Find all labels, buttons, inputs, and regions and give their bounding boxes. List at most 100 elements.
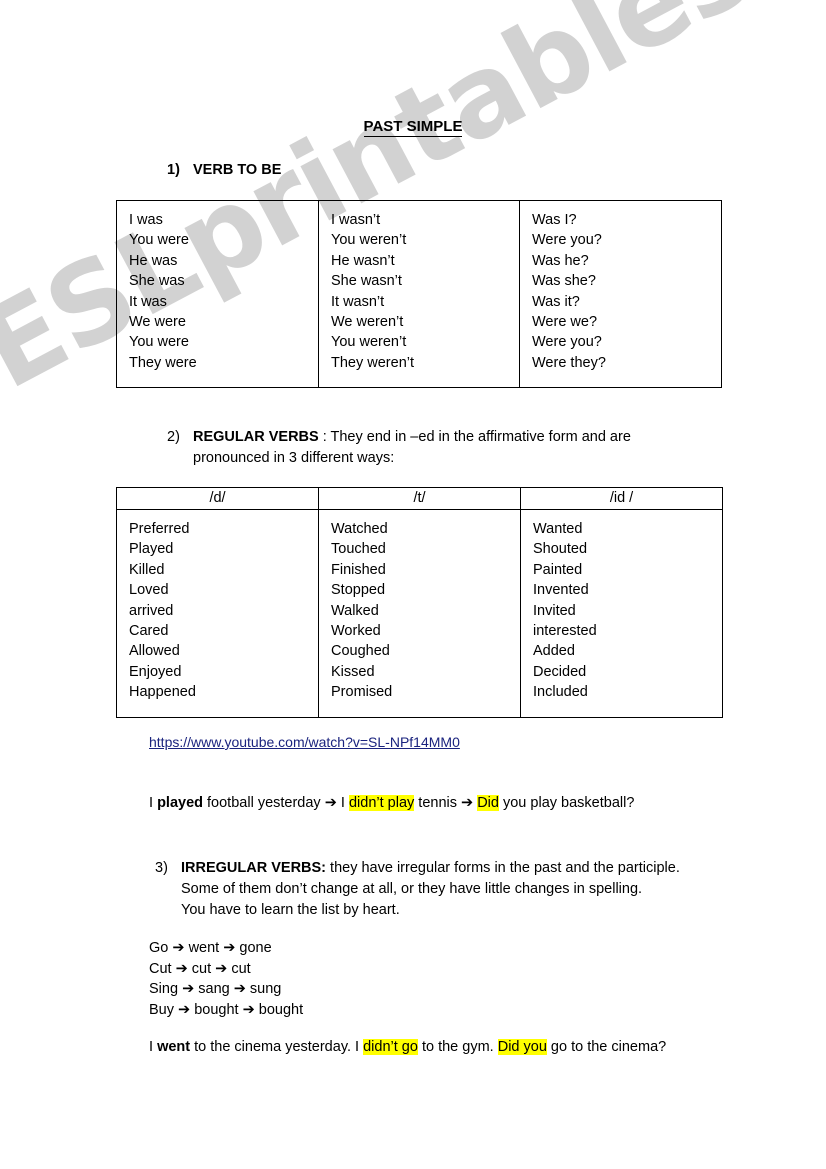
- list-item: Loved: [129, 582, 169, 599]
- section-3-heading: 3) IRREGULAR VERBS: they have irregular f…: [155, 858, 755, 921]
- example-text: I: [336, 795, 349, 811]
- list-item: Preferred: [129, 521, 190, 537]
- section-1-heading: 1) VERB TO BE: [167, 160, 281, 181]
- list-item: Invited: [533, 602, 576, 619]
- column-header-d: /d/: [116, 487, 319, 510]
- highlight-question: Did: [477, 795, 499, 811]
- to-be-negative-cell: I wasn’t You weren’t He wasn’t She wasn’…: [318, 199, 520, 389]
- section-2-heading: 2) REGULAR VERBS : They end in –ed in the…: [167, 427, 727, 469]
- verb-past: bought: [194, 1001, 239, 1018]
- list-item: Included: [533, 684, 588, 701]
- verb-base: Buy: [149, 1001, 174, 1018]
- list-item: Coughed: [331, 643, 390, 660]
- highlight-question: Did you: [497, 1039, 547, 1055]
- list-item: We weren’t: [331, 314, 404, 331]
- example-bold-verb: went: [157, 1039, 191, 1055]
- list-item: He wasn’t: [331, 252, 395, 269]
- list-item: Painted: [533, 561, 583, 578]
- list-item: She wasn’t: [331, 273, 402, 290]
- page-title: PAST SIMPLE: [0, 118, 826, 137]
- verb-participle: bought: [258, 1001, 304, 1018]
- section-3-line3: You have to learn the list by heart.: [181, 902, 400, 918]
- column-header-id: /id /: [520, 487, 723, 510]
- list-item: They were: [129, 354, 197, 371]
- section-3-number: 3): [155, 860, 168, 876]
- verb-base: Go: [149, 940, 169, 956]
- arrow-right-icon: ➔: [175, 960, 188, 977]
- list-item: Was she?: [532, 273, 596, 290]
- arrow-right-icon: ➔: [178, 1001, 191, 1018]
- list-item: Sing ➔ sang ➔ sung: [149, 979, 303, 1000]
- verb-to-be-table: I was You were He was She was It was We …: [116, 199, 722, 389]
- example-text: I: [149, 795, 158, 811]
- highlight-negative: didn’t play: [348, 795, 415, 811]
- section-2-line2: pronounced in 3 different ways:: [193, 450, 395, 466]
- list-item: Walked: [331, 602, 379, 619]
- example-bold-verb: played: [157, 795, 203, 811]
- verb-past: cut: [191, 960, 212, 977]
- verb-past: went: [188, 940, 220, 956]
- example-text: you play basketball?: [498, 795, 635, 811]
- arrow-right-icon: ➔: [215, 960, 228, 977]
- youtube-link[interactable]: https://www.youtube.com/watch?v=SL-NPf14…: [149, 734, 460, 750]
- list-item: Were they?: [532, 354, 606, 371]
- list-item: He was: [129, 252, 178, 269]
- regular-verbs-t-cell: Watched Touched Finished Stopped Walked …: [318, 509, 521, 718]
- arrow-right-icon: ➔: [324, 795, 337, 811]
- example-text: football yesterday: [203, 795, 325, 811]
- list-item: We were: [129, 314, 186, 331]
- list-item: Were we?: [532, 314, 598, 331]
- regular-verbs-d-cell: Preferred Played Killed Loved arrived Ca…: [116, 509, 319, 718]
- section-3-line2: Some of them don’t change at all, or the…: [181, 881, 643, 897]
- example-sentence-irregular: I went to the cinema yesterday. I didn’t…: [149, 1039, 666, 1055]
- regular-verbs-id-cell: Wanted Shouted Painted Invented Invited …: [520, 509, 723, 718]
- verb-past: sang: [198, 981, 230, 997]
- page-title-text: PAST SIMPLE: [363, 118, 463, 137]
- list-item: Decided: [533, 663, 587, 680]
- example-text: go to the cinema?: [546, 1039, 667, 1055]
- section-2-number: 2): [167, 429, 180, 445]
- list-item: You were: [129, 334, 189, 351]
- example-text: to the gym.: [417, 1039, 498, 1055]
- section-1-number: 1): [167, 162, 180, 178]
- list-item: Buy ➔ bought ➔ bought: [149, 1000, 303, 1021]
- verb-base: Sing: [149, 981, 179, 997]
- list-item: She was: [129, 273, 185, 290]
- column-header-t: /t/: [318, 487, 521, 510]
- arrow-right-icon: ➔: [461, 795, 474, 811]
- to-be-affirmative-cell: I was You were He was She was It was We …: [116, 199, 319, 389]
- list-item: Was he?: [532, 252, 589, 269]
- list-item: It was: [129, 293, 167, 310]
- list-item: It wasn’t: [331, 293, 385, 310]
- list-item: Finished: [331, 561, 386, 578]
- list-item: Invented: [533, 582, 589, 599]
- list-item: You were: [129, 232, 189, 249]
- list-item: Promised: [331, 684, 393, 701]
- list-item: Allowed: [129, 643, 180, 660]
- list-item: Touched: [331, 541, 386, 558]
- example-text: I: [149, 1039, 158, 1055]
- table-header-row: /d/ /t/ /id /: [116, 487, 723, 510]
- list-item: Were you?: [532, 232, 602, 249]
- arrow-right-icon: ➔: [182, 981, 195, 997]
- list-item: You weren’t: [331, 232, 407, 249]
- list-item: Kissed: [331, 663, 375, 680]
- verb-participle: cut: [231, 960, 251, 977]
- list-item: Enjoyed: [129, 663, 182, 680]
- example-sentence-regular: I played football yesterday ➔ I didn’t p…: [149, 795, 634, 811]
- list-item: Cared: [129, 623, 169, 640]
- list-item: Worked: [331, 623, 381, 640]
- example-text: to the cinema yesterday. I: [190, 1039, 364, 1055]
- regular-verbs-table: /d/ /t/ /id / Preferred Played Killed Lo…: [116, 487, 723, 718]
- list-item: You weren’t: [331, 334, 407, 351]
- arrow-right-icon: ➔: [233, 981, 246, 997]
- list-item: Was I?: [532, 212, 577, 228]
- section-3-label: IRREGULAR VERBS:: [181, 860, 327, 876]
- to-be-interrogative-cell: Was I? Were you? Was he? Was she? Was it…: [519, 199, 722, 389]
- list-item: They weren’t: [331, 354, 415, 371]
- list-item: Wanted: [533, 521, 583, 537]
- section-3-text: they have irregular forms in the past an…: [326, 860, 680, 876]
- list-item: arrived: [129, 602, 174, 619]
- list-item: Played: [129, 541, 174, 558]
- list-item: Stopped: [331, 582, 386, 599]
